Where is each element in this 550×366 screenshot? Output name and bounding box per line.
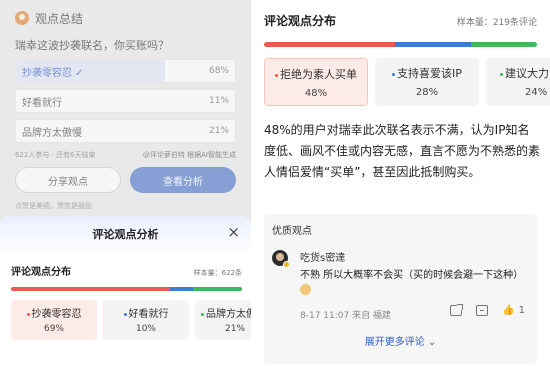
card-label: 支持喜爱该IP xyxy=(397,67,462,80)
left-panel: 观点总结 瑞幸这波抄袭联名，你买账吗？ 抄袭零容忍 ✓ 68% 好看就行 11% … xyxy=(0,0,251,366)
card-percent: 21% xyxy=(225,324,246,334)
card-label: 抄袭零容忍 xyxy=(31,309,82,320)
dot-icon xyxy=(392,72,396,76)
sheet-sample-size: 样本量：622条 xyxy=(193,269,242,277)
sheet-section-title: 评论观点分布 xyxy=(11,267,71,278)
option-percent: 11% xyxy=(208,96,229,106)
card-percent: 48% xyxy=(304,88,328,99)
comment-text: 不熟 所以大概率不会买（买的时候会避一下这种） xyxy=(300,268,529,300)
dot-icon xyxy=(123,312,127,316)
analysis-sheet: 评论观点分析 × 评论观点分布 样本量：622条 抄袭零容忍 69% 好看就行 … xyxy=(0,216,251,366)
right-panel: 评论观点分布 样本量：219条评论 拒绝为素人买单 48% 支持喜爱该IP 28… xyxy=(251,0,550,366)
share-button[interactable]: 分享观点 xyxy=(15,167,121,193)
comment-author[interactable]: 吃货s密達 xyxy=(300,249,345,264)
tip-text: 点赞是美德，赞赏是鼓励 xyxy=(15,202,92,210)
segment-blue xyxy=(395,42,472,47)
check-icon: ✓ xyxy=(75,67,84,79)
poll-title: 观点总结 xyxy=(35,11,84,26)
segment-red xyxy=(264,42,396,47)
sample-size: 样本量：219条评论 xyxy=(456,18,537,28)
dot-icon xyxy=(201,312,204,316)
dot-icon xyxy=(500,72,503,76)
badge-icon xyxy=(283,261,290,268)
card-label: 品牌方太傲慢 xyxy=(206,309,251,320)
poll-option-2[interactable]: 好看就行 11% xyxy=(15,89,236,113)
segment-blue xyxy=(170,287,194,291)
card-label: 建议大力 xyxy=(505,67,549,80)
card-percent: 10% xyxy=(135,324,156,334)
like-count: 1 xyxy=(518,305,525,316)
option-percent: 21% xyxy=(208,126,229,136)
poll-option-1[interactable]: 抄袭零容忍 ✓ 68% xyxy=(15,59,236,83)
participants-text: 622人参与 · 还有6天结束 xyxy=(15,151,96,159)
expand-more-comments[interactable]: 展开更多评论 ⌄ xyxy=(264,333,537,348)
robot-avatar-icon xyxy=(15,11,29,25)
segment-red xyxy=(11,287,171,291)
option-label: 抄袭零容忍 xyxy=(22,67,72,79)
viewpoint-card[interactable]: 好看就行 10% xyxy=(103,300,189,340)
like-button[interactable]: 👍 1 xyxy=(502,305,525,316)
distribution-bar xyxy=(264,42,537,47)
comment-body: 不熟 所以大概率不会买（买的时候会避一下这种） xyxy=(300,270,524,281)
featured-comment-box: 优质观点 吃货s密達 不熟 所以大概率不会买（买的时候会避一下这种） 8-17 … xyxy=(264,214,537,364)
card-percent: 28% xyxy=(415,87,439,98)
poll-option-3[interactable]: 品牌方太傲慢 21% xyxy=(15,119,236,143)
option-percent: 68% xyxy=(208,66,229,76)
segment-green xyxy=(471,42,537,47)
view-analysis-button[interactable]: 查看分析 xyxy=(130,167,236,193)
featured-label: 优质观点 xyxy=(272,226,312,237)
card-percent: 24% xyxy=(525,87,548,98)
comment-icon[interactable] xyxy=(476,305,489,316)
chevron-down-icon: ⌄ xyxy=(427,337,437,348)
card-label: 拒绝为素人买单 xyxy=(280,68,357,81)
close-icon[interactable]: × xyxy=(227,223,240,241)
segment-green xyxy=(193,287,242,291)
thumbs-up-icon: 👍 xyxy=(502,305,515,316)
viewpoint-card[interactable]: 拒绝为素人买单 48% xyxy=(264,58,368,106)
share-icon[interactable] xyxy=(450,304,464,316)
distribution-bar xyxy=(11,287,242,291)
viewpoint-card[interactable]: 抄袭零容忍 69% xyxy=(11,300,97,340)
dot-icon xyxy=(275,73,278,77)
option-label: 品牌方太傲慢 xyxy=(22,127,82,139)
poll-card: 观点总结 瑞幸这波抄袭联名，你买账吗？ 抄袭零容忍 ✓ 68% 好看就行 11% … xyxy=(0,0,251,230)
viewpoint-card[interactable]: 品牌方太傲慢 21% xyxy=(195,300,251,340)
viewpoint-card[interactable]: 支持喜爱该IP 28% xyxy=(375,58,479,106)
option-label: 好看就行 xyxy=(22,97,62,109)
emoji-icon xyxy=(300,284,311,295)
viewpoint-card[interactable]: 建议大力 24% xyxy=(486,58,550,106)
card-percent: 69% xyxy=(43,324,64,334)
dot-icon xyxy=(26,312,30,316)
analysis-description: 48%的用户对瑞幸此次联名表示不满，认为IP知名度低、画风不佳或内容无感，直言不… xyxy=(264,123,541,179)
card-label: 好看就行 xyxy=(128,309,169,320)
ai-note: @评论萝伯特 根据AI智能生成 xyxy=(142,151,236,159)
expand-label: 展开更多评论 xyxy=(364,337,425,348)
section-title: 评论观点分布 xyxy=(264,14,337,28)
sheet-title: 评论观点分析 xyxy=(92,228,159,241)
comment-meta: 8-17 11:07 来自 福建 xyxy=(300,311,391,321)
poll-question: 瑞幸这波抄袭联名，你买账吗？ xyxy=(15,39,169,52)
